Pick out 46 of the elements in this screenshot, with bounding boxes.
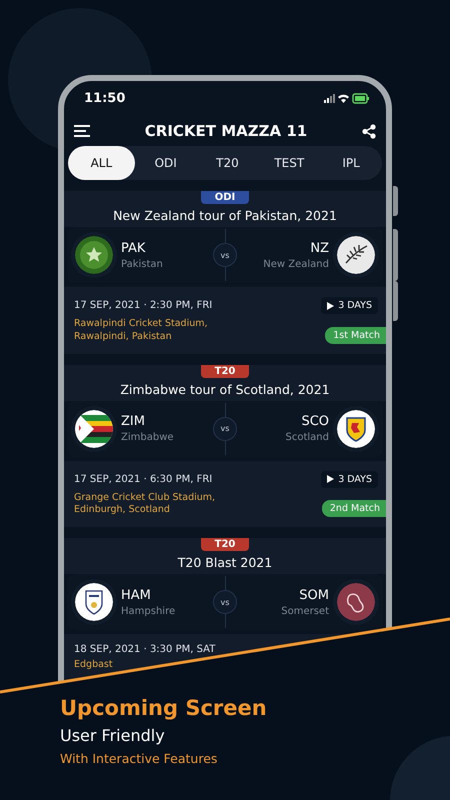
- team-code: ZIM: [121, 414, 146, 430]
- status-time: 11:50: [84, 90, 126, 106]
- match-number: 1st Match: [325, 326, 386, 344]
- vs-label: vs: [213, 416, 237, 441]
- play-icon: [327, 302, 334, 310]
- series-title: New Zealand tour of Pakistan, 2021: [113, 208, 337, 223]
- format-badge: T20: [200, 364, 250, 378]
- series-title: Zimbabwe tour of Scotland, 2021: [120, 382, 330, 397]
- tab[interactable]: IPL: [320, 146, 382, 180]
- menu-icon[interactable]: [74, 125, 90, 137]
- venue: Grange Cricket Club Stadium, Edinburgh, Scotland: [74, 492, 216, 518]
- match-date: 17 SEP, 2021 · 6:30 PM, FRI: [74, 474, 212, 485]
- team-code: SOM: [299, 588, 329, 603]
- match-date: 17 SEP, 2021 · 2:30 PM, FRI: [74, 300, 212, 311]
- share-icon[interactable]: [362, 124, 376, 138]
- promo-headline: Upcoming Screen: [60, 696, 267, 720]
- team-code: HAM: [121, 588, 152, 603]
- team-name: Hampshire: [121, 606, 176, 617]
- countdown-text: 3 DAYS: [338, 474, 372, 485]
- team-code: PAK: [121, 240, 146, 256]
- match-number: 2nd Match: [322, 500, 386, 518]
- format-badge: ODI: [200, 191, 250, 204]
- venue: Rawalpindi Cricket Stadium, Rawalpindi, Pakistan: [74, 318, 208, 344]
- vs-label: vs: [213, 243, 237, 267]
- vs-label: vs: [213, 590, 237, 614]
- team-name: New Zealand: [263, 258, 329, 270]
- team-name: Pakistan: [121, 258, 164, 270]
- tab[interactable]: T20: [196, 146, 258, 180]
- tab[interactable]: ODI: [134, 146, 197, 180]
- app-title: CRICKET MAZZA 11: [144, 122, 308, 140]
- team-code: SCO: [301, 414, 329, 430]
- tab[interactable]: ALL: [68, 146, 135, 180]
- team-name: Scotland: [286, 432, 329, 444]
- promo-subtitle: User Friendly: [60, 726, 166, 745]
- format-badge: T20: [200, 538, 250, 552]
- match-date: 18 SEP, 2021 · 3:30 PM, SAT: [74, 644, 216, 656]
- team-code: NZ: [310, 240, 329, 256]
- play-icon: [327, 475, 334, 484]
- team-name: Somerset: [281, 606, 329, 617]
- venue: Edgbast: [74, 659, 113, 672]
- tab[interactable]: TEST: [258, 146, 320, 180]
- countdown-text: 3 DAYS: [338, 300, 372, 311]
- team-name: Zimbabwe: [121, 432, 175, 444]
- series-title: T20 Blast 2021: [178, 555, 272, 570]
- promo-tagline: With Interactive Features: [60, 751, 218, 766]
- status-icons: [324, 92, 370, 104]
